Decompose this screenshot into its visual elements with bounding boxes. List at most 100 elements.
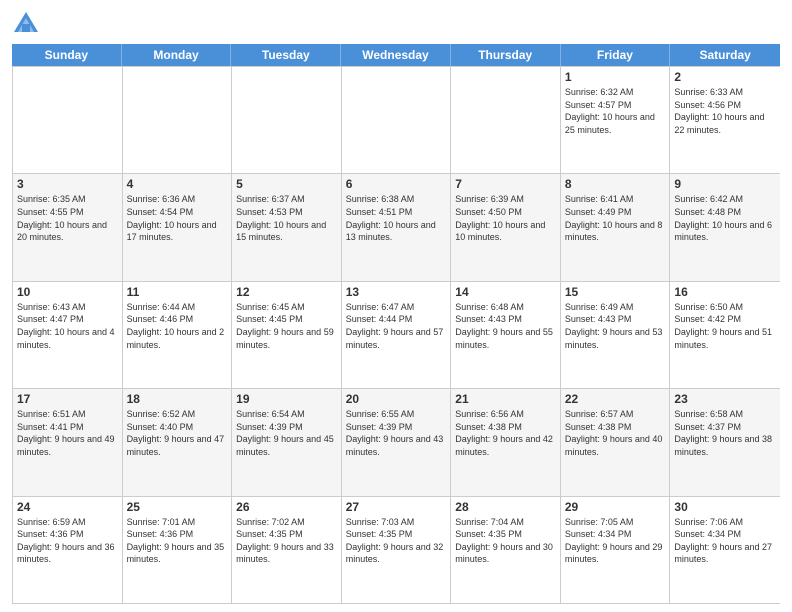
calendar-week-5: 24Sunrise: 6:59 AM Sunset: 4:36 PM Dayli… <box>13 496 780 603</box>
day-info: Sunrise: 6:52 AM Sunset: 4:40 PM Dayligh… <box>127 408 228 458</box>
day-cell-28: 28 Sunrise: 7:04 AM Sunset: 4:35 PM Dayli… <box>451 497 561 603</box>
day-number: 27 <box>346 500 447 514</box>
day-cell-10: 10 Sunrise: 6:43 AM Sunset: 4:47 PM Dayli… <box>13 282 123 388</box>
day-cell-23: 23 Sunrise: 6:58 AM Sunset: 4:37 PM Dayli… <box>670 389 780 495</box>
day-cell-8: 8 Sunrise: 6:41 AM Sunset: 4:49 PM Daylig… <box>561 174 671 280</box>
day-cell-29: 29 Sunrise: 7:05 AM Sunset: 4:34 PM Dayli… <box>561 497 671 603</box>
day-info: Sunrise: 6:33 AM Sunset: 4:56 PM Dayligh… <box>674 86 776 136</box>
day-number: 13 <box>346 285 447 299</box>
day-info: Sunrise: 6:38 AM Sunset: 4:51 PM Dayligh… <box>346 193 447 243</box>
day-info: Sunrise: 6:57 AM Sunset: 4:38 PM Dayligh… <box>565 408 666 458</box>
day-info: Sunrise: 6:51 AM Sunset: 4:41 PM Dayligh… <box>17 408 118 458</box>
calendar-week-2: 3 Sunrise: 6:35 AM Sunset: 4:55 PM Daylig… <box>13 173 780 280</box>
day-cell-15: 15 Sunrise: 6:49 AM Sunset: 4:43 PM Dayli… <box>561 282 671 388</box>
day-number: 8 <box>565 177 666 191</box>
weekday-header-sunday: Sunday <box>12 44 122 66</box>
day-number: 10 <box>17 285 118 299</box>
day-number: 15 <box>565 285 666 299</box>
day-number: 5 <box>236 177 337 191</box>
day-number: 16 <box>674 285 776 299</box>
empty-cell <box>451 67 561 173</box>
empty-cell <box>342 67 452 173</box>
day-cell-26: 26 Sunrise: 7:02 AM Sunset: 4:35 PM Dayli… <box>232 497 342 603</box>
day-cell-18: 18 Sunrise: 6:52 AM Sunset: 4:40 PM Dayli… <box>123 389 233 495</box>
day-number: 9 <box>674 177 776 191</box>
day-number: 14 <box>455 285 556 299</box>
day-info: Sunrise: 6:49 AM Sunset: 4:43 PM Dayligh… <box>565 301 666 351</box>
day-cell-13: 13 Sunrise: 6:47 AM Sunset: 4:44 PM Dayli… <box>342 282 452 388</box>
calendar-header: SundayMondayTuesdayWednesdayThursdayFrid… <box>12 44 780 66</box>
day-number: 11 <box>127 285 228 299</box>
day-info: Sunrise: 6:55 AM Sunset: 4:39 PM Dayligh… <box>346 408 447 458</box>
day-cell-11: 11 Sunrise: 6:44 AM Sunset: 4:46 PM Dayli… <box>123 282 233 388</box>
day-cell-22: 22 Sunrise: 6:57 AM Sunset: 4:38 PM Dayli… <box>561 389 671 495</box>
day-info: Sunrise: 7:05 AM Sunset: 4:34 PM Dayligh… <box>565 516 666 566</box>
calendar: SundayMondayTuesdayWednesdayThursdayFrid… <box>12 44 780 604</box>
day-info: Sunrise: 7:06 AM Sunset: 4:34 PM Dayligh… <box>674 516 776 566</box>
day-info: Sunrise: 7:04 AM Sunset: 4:35 PM Dayligh… <box>455 516 556 566</box>
day-cell-19: 19Sunrise: 6:54 AM Sunset: 4:39 PM Dayli… <box>232 389 342 495</box>
page-header <box>12 10 780 38</box>
day-info: Sunrise: 6:56 AM Sunset: 4:38 PM Dayligh… <box>455 408 556 458</box>
day-number: 22 <box>565 392 666 406</box>
day-info: Sunrise: 6:41 AM Sunset: 4:49 PM Dayligh… <box>565 193 666 243</box>
day-cell-16: 16 Sunrise: 6:50 AM Sunset: 4:42 PM Dayli… <box>670 282 780 388</box>
logo-icon <box>12 10 40 38</box>
day-cell-1: 1Sunrise: 6:32 AM Sunset: 4:57 PM Daylig… <box>561 67 671 173</box>
day-info: Sunrise: 6:43 AM Sunset: 4:47 PM Dayligh… <box>17 301 118 351</box>
day-number: 30 <box>674 500 776 514</box>
weekday-header-thursday: Thursday <box>451 44 561 66</box>
day-cell-12: 12 Sunrise: 6:45 AM Sunset: 4:45 PM Dayli… <box>232 282 342 388</box>
day-info: Sunrise: 6:48 AM Sunset: 4:43 PM Dayligh… <box>455 301 556 351</box>
day-info: Sunrise: 7:01 AM Sunset: 4:36 PM Dayligh… <box>127 516 228 566</box>
day-info: Sunrise: 6:32 AM Sunset: 4:57 PM Dayligh… <box>565 86 666 136</box>
day-info: Sunrise: 6:36 AM Sunset: 4:54 PM Dayligh… <box>127 193 228 243</box>
day-info: Sunrise: 6:45 AM Sunset: 4:45 PM Dayligh… <box>236 301 337 351</box>
empty-cell <box>123 67 233 173</box>
day-number: 12 <box>236 285 337 299</box>
day-info: Sunrise: 6:47 AM Sunset: 4:44 PM Dayligh… <box>346 301 447 351</box>
day-info: Sunrise: 6:39 AM Sunset: 4:50 PM Dayligh… <box>455 193 556 243</box>
calendar-week-4: 17 Sunrise: 6:51 AM Sunset: 4:41 PM Dayli… <box>13 388 780 495</box>
day-info: Sunrise: 6:50 AM Sunset: 4:42 PM Dayligh… <box>674 301 776 351</box>
day-cell-14: 14 Sunrise: 6:48 AM Sunset: 4:43 PM Dayli… <box>451 282 561 388</box>
weekday-header-tuesday: Tuesday <box>231 44 341 66</box>
day-number: 3 <box>17 177 118 191</box>
day-cell-30: 30 Sunrise: 7:06 AM Sunset: 4:34 PM Dayli… <box>670 497 780 603</box>
day-number: 6 <box>346 177 447 191</box>
empty-cell <box>232 67 342 173</box>
page-container: SundayMondayTuesdayWednesdayThursdayFrid… <box>0 0 792 612</box>
day-cell-17: 17 Sunrise: 6:51 AM Sunset: 4:41 PM Dayli… <box>13 389 123 495</box>
day-number: 23 <box>674 392 776 406</box>
weekday-header-monday: Monday <box>122 44 232 66</box>
day-cell-2: 2 Sunrise: 6:33 AM Sunset: 4:56 PM Daylig… <box>670 67 780 173</box>
day-number: 26 <box>236 500 337 514</box>
day-cell-6: 6 Sunrise: 6:38 AM Sunset: 4:51 PM Daylig… <box>342 174 452 280</box>
day-number: 28 <box>455 500 556 514</box>
logo <box>12 10 42 38</box>
day-cell-24: 24Sunrise: 6:59 AM Sunset: 4:36 PM Dayli… <box>13 497 123 603</box>
empty-cell <box>13 67 123 173</box>
calendar-week-3: 10 Sunrise: 6:43 AM Sunset: 4:47 PM Dayli… <box>13 281 780 388</box>
day-cell-20: 20 Sunrise: 6:55 AM Sunset: 4:39 PM Dayli… <box>342 389 452 495</box>
day-number: 19 <box>236 392 337 406</box>
weekday-header-friday: Friday <box>561 44 671 66</box>
day-info: Sunrise: 6:59 AM Sunset: 4:36 PM Dayligh… <box>17 516 118 566</box>
day-cell-7: 7Sunrise: 6:39 AM Sunset: 4:50 PM Daylig… <box>451 174 561 280</box>
calendar-week-1: 1Sunrise: 6:32 AM Sunset: 4:57 PM Daylig… <box>13 66 780 173</box>
day-cell-3: 3 Sunrise: 6:35 AM Sunset: 4:55 PM Daylig… <box>13 174 123 280</box>
day-number: 29 <box>565 500 666 514</box>
day-number: 17 <box>17 392 118 406</box>
day-info: Sunrise: 6:44 AM Sunset: 4:46 PM Dayligh… <box>127 301 228 351</box>
day-info: Sunrise: 7:02 AM Sunset: 4:35 PM Dayligh… <box>236 516 337 566</box>
day-info: Sunrise: 6:58 AM Sunset: 4:37 PM Dayligh… <box>674 408 776 458</box>
day-number: 2 <box>674 70 776 84</box>
day-number: 20 <box>346 392 447 406</box>
day-cell-9: 9Sunrise: 6:42 AM Sunset: 4:48 PM Daylig… <box>670 174 780 280</box>
day-info: Sunrise: 6:37 AM Sunset: 4:53 PM Dayligh… <box>236 193 337 243</box>
day-cell-4: 4 Sunrise: 6:36 AM Sunset: 4:54 PM Daylig… <box>123 174 233 280</box>
day-number: 4 <box>127 177 228 191</box>
day-number: 18 <box>127 392 228 406</box>
day-number: 21 <box>455 392 556 406</box>
day-info: Sunrise: 6:35 AM Sunset: 4:55 PM Dayligh… <box>17 193 118 243</box>
